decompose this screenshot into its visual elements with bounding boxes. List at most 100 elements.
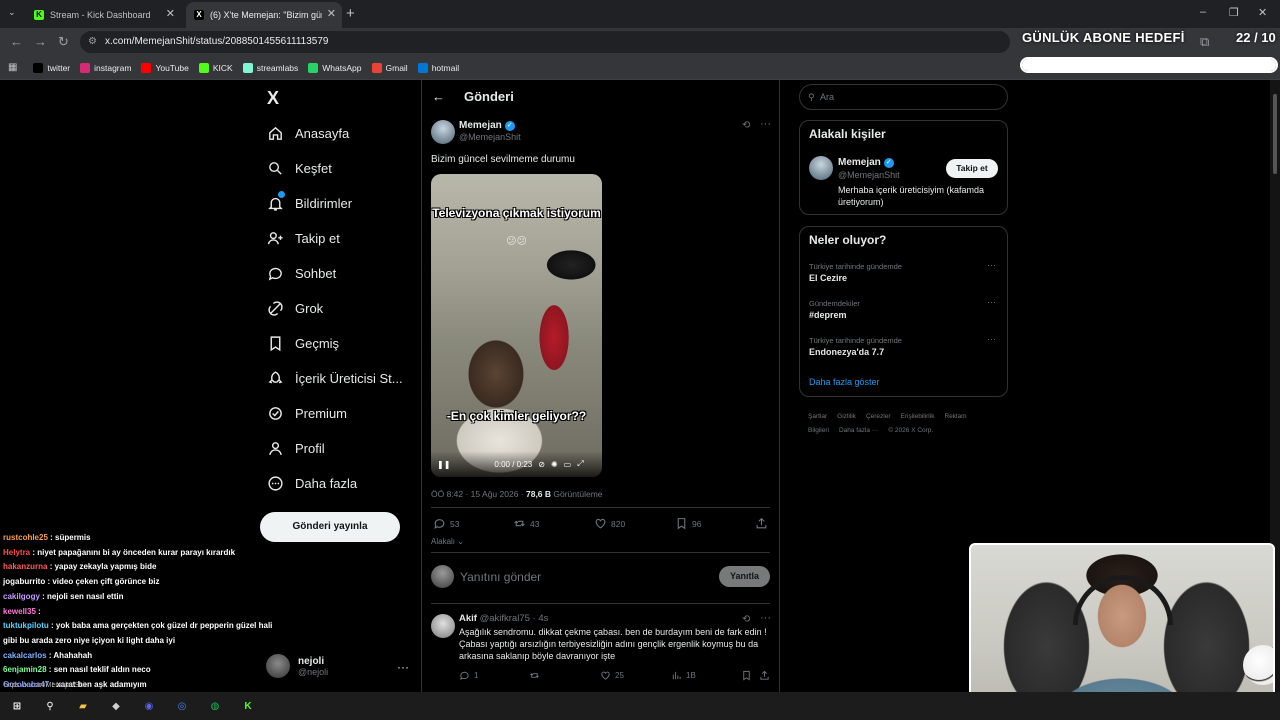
extensions-icon[interactable]: ⧉ xyxy=(1200,34,1209,50)
spotify-icon[interactable]: ◍ xyxy=(206,697,224,715)
footer-link[interactable]: Çerezler xyxy=(866,413,891,420)
bookmark-gmail[interactable]: Gmail xyxy=(371,62,408,73)
settings-icon[interactable]: ✺ xyxy=(551,460,558,469)
bookmark-kick[interactable]: KICK xyxy=(198,62,233,73)
close-window-icon[interactable]: ✕ xyxy=(1258,6,1267,19)
author-avatar[interactable] xyxy=(431,120,455,144)
show-more-link[interactable]: Daha fazla göster xyxy=(809,377,880,387)
minimize-icon[interactable]: – xyxy=(1200,6,1206,18)
comment-share-action[interactable] xyxy=(759,670,774,681)
restore-icon[interactable]: ❐ xyxy=(1229,6,1239,19)
reply-action[interactable]: 53 xyxy=(433,517,459,530)
reload-icon[interactable]: ↻ xyxy=(58,34,69,50)
comment-like-action[interactable]: 25 xyxy=(600,670,624,681)
tab-search-icon[interactable]: ⌄ xyxy=(8,7,16,18)
back-icon[interactable]: ← xyxy=(10,34,23,49)
forward-icon[interactable]: → xyxy=(34,34,47,49)
close-tab-icon[interactable]: ✕ xyxy=(327,9,336,20)
account-more-icon[interactable]: ··· xyxy=(397,660,409,674)
bookmark-icon xyxy=(266,334,284,352)
trend-name[interactable]: #deprem xyxy=(809,310,847,320)
footer-link[interactable]: Erişilebilirlik xyxy=(901,413,935,420)
pause-icon[interactable]: ❚❚ xyxy=(437,460,450,469)
post-button[interactable]: Gönderi yayınla xyxy=(260,512,400,542)
bookmark-instagram[interactable]: instagram xyxy=(80,62,131,73)
post-more-icon[interactable]: ··· xyxy=(760,118,771,130)
bookmark-action[interactable]: 96 xyxy=(675,517,701,530)
post-timestamp[interactable]: ÖÖ 8:42 · 15 Ağu 2026 · xyxy=(431,489,526,499)
scrollbar-thumb[interactable] xyxy=(1273,94,1277,174)
footer-link[interactable]: Gizlilik xyxy=(837,413,856,420)
nav-item-premium[interactable]: Premium xyxy=(266,404,347,422)
bookmark-youtube[interactable]: YouTube xyxy=(141,62,189,73)
nav-item-more[interactable]: Daha fazla xyxy=(266,474,357,492)
nav-item-rocket[interactable]: İçerik Üreticisi St... xyxy=(266,369,403,387)
nav-item-grok[interactable]: Grok xyxy=(266,299,323,317)
back-arrow-icon[interactable]: ← xyxy=(432,89,445,104)
comment-handle[interactable]: @akifkral75 · 4s xyxy=(480,613,549,624)
comment-avatar[interactable] xyxy=(431,614,455,638)
footer-link[interactable]: Şartlar xyxy=(808,413,827,420)
trend-more-icon[interactable]: ··· xyxy=(987,260,996,270)
footer-link[interactable]: © 2026 X Corp. xyxy=(888,427,933,434)
share-icon xyxy=(760,670,769,680)
person-name-row[interactable]: Memejan ✓ xyxy=(838,157,894,168)
comment-reply-action[interactable]: 1 xyxy=(459,670,478,681)
x-logo-icon[interactable]: X xyxy=(267,88,279,109)
grok-icon[interactable]: ⟲ xyxy=(742,120,750,131)
reply-button[interactable]: Yanıtla xyxy=(719,566,770,587)
bookmark-hotmail[interactable]: hotmail xyxy=(417,62,459,73)
browser-tab-kick-dashboard[interactable]: K Stream - Kick Dashboard ✕ xyxy=(26,2,181,28)
browser-tab-x-post[interactable]: X (6) X'te Memejan: "Bizim günce ✕ xyxy=(186,2,342,28)
follow-button[interactable]: Takip et xyxy=(946,159,998,178)
chrome-icon[interactable]: ◎ xyxy=(173,697,191,715)
discord-icon[interactable]: ◉ xyxy=(140,697,158,715)
sort-replies-dropdown[interactable]: Alakalı ⌄ xyxy=(431,537,464,546)
apps-grid-icon[interactable]: ▦ xyxy=(8,62,17,73)
like-action[interactable]: 820 xyxy=(594,517,625,530)
trend-name[interactable]: Endonezya'da 7.7 xyxy=(809,347,884,357)
kick-icon[interactable]: K xyxy=(239,697,257,715)
comment-author[interactable]: Akif xyxy=(459,613,477,624)
reply-input[interactable]: Yanıtını gönder xyxy=(460,570,541,584)
repost-action[interactable]: 43 xyxy=(513,517,539,530)
address-bar[interactable]: ⚙ x.com/MemejanShit/status/2088501455611… xyxy=(80,31,1010,53)
mute-icon[interactable]: ⊘ xyxy=(538,460,545,469)
app-icon[interactable]: ◆ xyxy=(107,697,125,715)
comment-views-action[interactable]: 1B xyxy=(671,670,696,681)
nav-item-search[interactable]: Keşfet xyxy=(266,159,332,177)
comment-bookmark-action[interactable] xyxy=(741,670,756,681)
home-icon xyxy=(266,124,284,142)
author-name-row[interactable]: Memejan ✓ xyxy=(459,120,515,131)
site-info-icon[interactable]: ⚙ xyxy=(88,31,97,53)
windows-icon[interactable]: ⊞ xyxy=(8,697,26,715)
file-explorer-icon[interactable]: ▰ xyxy=(74,697,92,715)
post-video[interactable]: Televizyona çıkmak istiyorum 😕😕 -En çok … xyxy=(431,174,602,477)
comment-more-icon[interactable]: ··· xyxy=(760,612,771,624)
bookmark-streamlabs[interactable]: streamlabs xyxy=(242,62,298,73)
fullscreen-icon[interactable]: ⤢ xyxy=(577,459,583,469)
person-handle[interactable]: @MemejanShit xyxy=(838,170,900,180)
nav-item-bookmark[interactable]: Geçmiş xyxy=(266,334,339,352)
footer-link[interactable]: Daha fazla ··· xyxy=(839,427,878,434)
person-avatar[interactable] xyxy=(809,156,833,180)
share-action[interactable] xyxy=(755,517,772,530)
search-input[interactable]: ⚲ Ara xyxy=(799,84,1008,110)
trend-name[interactable]: El Cezire xyxy=(809,273,847,283)
close-tab-icon[interactable]: ✕ xyxy=(166,9,175,20)
grok-icon[interactable]: ⟲ xyxy=(742,614,750,625)
nav-item-follow[interactable]: Takip et xyxy=(266,229,340,247)
nav-item-chat[interactable]: Sohbet xyxy=(266,264,336,282)
search-icon[interactable]: ⚲ xyxy=(41,697,59,715)
new-tab-button[interactable]: + xyxy=(346,5,355,22)
nav-item-bell[interactable]: Bildirimler xyxy=(266,191,352,212)
trend-more-icon[interactable]: ··· xyxy=(987,297,996,307)
bookmark-twitter[interactable]: twitter xyxy=(33,62,70,73)
nav-item-profile[interactable]: Profil xyxy=(266,439,325,457)
nav-item-home[interactable]: Anasayfa xyxy=(266,124,349,142)
pip-icon[interactable]: ▭ xyxy=(564,460,572,469)
author-handle[interactable]: @MemejanShit xyxy=(459,132,521,142)
trend-more-icon[interactable]: ··· xyxy=(987,334,996,344)
comment-repost-action[interactable] xyxy=(529,670,544,681)
bookmark-whatsapp[interactable]: WhatsApp xyxy=(308,62,362,73)
